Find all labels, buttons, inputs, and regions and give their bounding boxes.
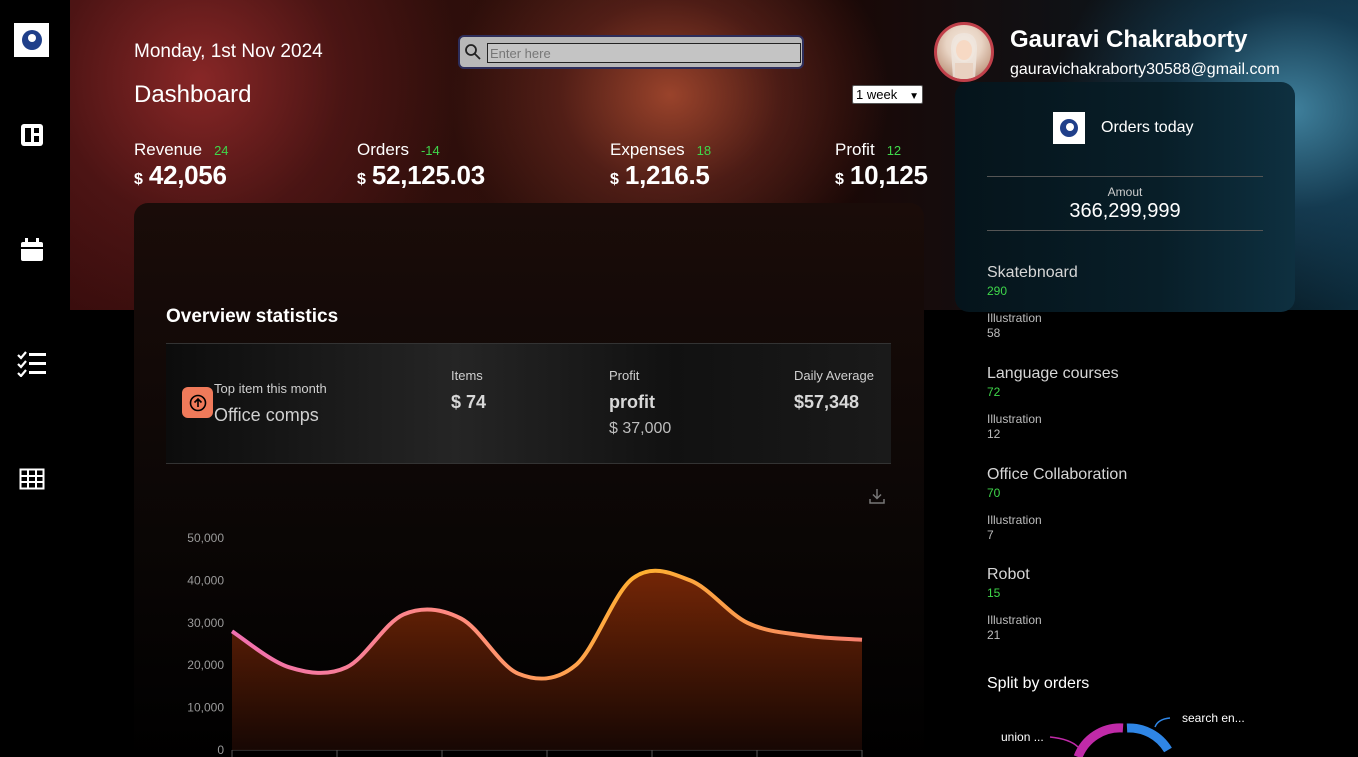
- download-icon[interactable]: [868, 487, 886, 505]
- leader-line-search: [1154, 717, 1171, 728]
- y-tick-label: 20,000: [187, 658, 224, 672]
- metric-currency: $: [610, 171, 619, 188]
- metric-label: Profit: [835, 140, 875, 159]
- amount-value: 366,299,999: [1069, 200, 1181, 222]
- user-avatar[interactable]: [934, 22, 994, 82]
- product-item[interactable]: Robot 15 Illustration 21: [987, 566, 1042, 642]
- metric-change: 24: [214, 143, 229, 158]
- metric-change: -14: [420, 143, 440, 158]
- product-name: Skatebnoard: [987, 264, 1078, 281]
- user-email: gauravichakraborty30588@gmail.com: [1010, 61, 1280, 78]
- items-value: $ 74: [451, 392, 487, 412]
- checklist-icon[interactable]: [17, 351, 47, 377]
- y-tick-label: 10,000: [187, 701, 224, 715]
- search-input[interactable]: [487, 43, 801, 63]
- metric-value: 42,056: [148, 160, 227, 190]
- product-item[interactable]: Language courses 72 Illustration 12: [987, 365, 1119, 441]
- donut-label-union: union ...: [1001, 730, 1044, 744]
- product-count: 15: [987, 586, 1001, 600]
- product-count: 72: [987, 385, 1001, 399]
- metric-currency: $: [835, 171, 844, 188]
- y-tick-label: 30,000: [187, 616, 224, 630]
- metric-profit: Profit 12 $10,125: [835, 140, 928, 191]
- metric-orders: Orders -14 $52,125.03: [357, 140, 485, 191]
- donut-label-search: search en...: [1182, 711, 1245, 725]
- top-item-label: Top item this month: [214, 381, 327, 396]
- daily-average-label: Daily Average: [794, 368, 874, 383]
- amount-label: Amout: [1107, 185, 1143, 199]
- profit-amount: $ 37,000: [609, 420, 672, 437]
- profit-label: Profit: [609, 368, 640, 383]
- search-bar: [458, 35, 804, 69]
- product-sub-value: 12: [987, 427, 1001, 441]
- overview-summary: [166, 343, 891, 464]
- daily-average-value: $57,348: [794, 392, 860, 412]
- metric-label: Revenue: [134, 140, 203, 159]
- top-item-value: Office comps: [214, 405, 319, 425]
- product-sub-label: Illustration: [987, 311, 1042, 325]
- product-sub-value: 7: [987, 528, 994, 542]
- metric-expenses: Expenses 18 $1,216.5: [610, 140, 711, 191]
- metric-change: 12: [886, 143, 902, 158]
- metric-revenue: Revenue 24 $42,056: [134, 140, 229, 191]
- sidebar: [0, 0, 70, 757]
- product-name: Robot: [987, 566, 1030, 583]
- product-sub-label: Illustration: [987, 412, 1042, 426]
- calendar-icon[interactable]: [19, 237, 45, 263]
- table-icon[interactable]: [19, 466, 45, 492]
- current-date: Monday, 1st Nov 2024: [134, 41, 323, 62]
- product-name: Language courses: [987, 365, 1119, 382]
- product-sub-value: 21: [987, 628, 1001, 642]
- orders-logo: [1053, 112, 1085, 144]
- product-count: 290: [987, 284, 1008, 298]
- items-label: Items: [451, 368, 483, 383]
- chart-area-fill: [232, 570, 862, 750]
- chevron-down-icon: ▼: [909, 91, 919, 102]
- orders-today-title: Orders today: [1101, 119, 1194, 136]
- app-logo[interactable]: [14, 23, 49, 57]
- product-sub-value: 58: [987, 326, 1001, 340]
- period-select-value: 1 week: [856, 87, 898, 102]
- donut-segment-search: [1126, 723, 1172, 753]
- metric-value: 52,125.03: [371, 160, 485, 190]
- divider: [987, 176, 1263, 177]
- metric-value: 10,125: [849, 160, 928, 190]
- y-tick-label: 50,000: [187, 531, 224, 545]
- dashboard-icon[interactable]: [19, 122, 45, 148]
- metric-value: 1,216.5: [624, 160, 710, 190]
- y-tick-label: 40,000: [187, 573, 224, 587]
- product-item[interactable]: Office Collaboration 70 Illustration 7: [987, 466, 1127, 542]
- y-tick-label: 0: [217, 743, 224, 757]
- product-item[interactable]: Skatebnoard 290 Illustration 58: [987, 264, 1078, 340]
- product-sub-label: Illustration: [987, 613, 1042, 627]
- user-name: Gauravi Chakraborty: [1010, 26, 1248, 53]
- metric-label: Orders: [357, 140, 409, 159]
- overview-title: Overview statistics: [166, 306, 339, 327]
- search-icon: [465, 44, 481, 60]
- metric-change: 18: [696, 143, 712, 158]
- arrow-up-icon: [182, 387, 213, 418]
- donut-segment-union: [1073, 723, 1124, 757]
- leader-line-union: [1049, 736, 1079, 748]
- product-count: 70: [987, 486, 1001, 500]
- product-name: Office Collaboration: [987, 466, 1128, 483]
- overview-chart: 0 10,000 20,000 30,000 40,000 50,000: [187, 531, 863, 757]
- page-title: Dashboard: [134, 81, 252, 108]
- period-select[interactable]: 1 week ▼: [852, 85, 923, 104]
- divider: [987, 230, 1263, 231]
- metric-label: Expenses: [610, 140, 685, 159]
- split-donut-chart: union ... search en...: [1000, 710, 1246, 757]
- product-sub-label: Illustration: [987, 513, 1042, 527]
- metric-currency: $: [357, 171, 366, 188]
- metric-currency: $: [134, 171, 143, 188]
- split-by-orders-title: Split by orders: [987, 675, 1090, 692]
- profit-value: profit: [609, 392, 655, 412]
